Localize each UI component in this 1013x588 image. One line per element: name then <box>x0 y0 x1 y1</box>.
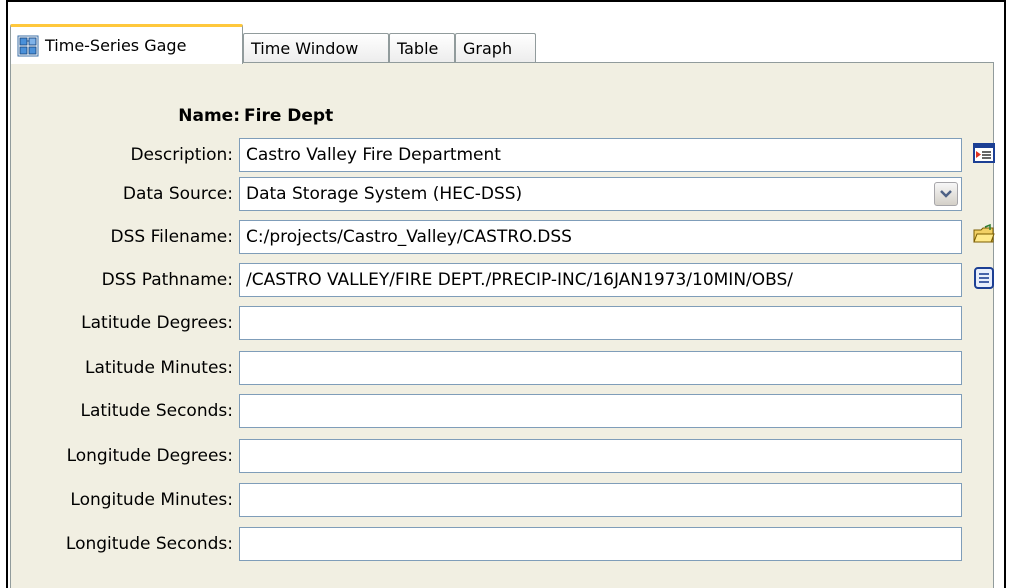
browse-file-button[interactable] <box>972 223 996 251</box>
data-source-label: Data Source: <box>122 184 233 204</box>
edit-description-icon <box>973 142 995 169</box>
latitude-degrees-field[interactable] <box>239 306 962 340</box>
name-label: Name: <box>178 106 240 126</box>
open-folder-icon <box>973 223 995 251</box>
longitude-degrees-row: Longitude Degrees: <box>11 439 995 473</box>
latitude-degrees-row: Latitude Degrees: <box>11 306 995 340</box>
longitude-minutes-field[interactable] <box>239 483 962 517</box>
data-source-select[interactable]: Data Storage System (HEC-DSS) <box>239 177 962 211</box>
dss-filename-row: DSS Filename: C:/projects/Castro_Valley/… <box>11 220 995 254</box>
select-pathname-button[interactable] <box>972 266 996 294</box>
dss-pathname-field[interactable]: /CASTRO VALLEY/FIRE DEPT./PRECIP-INC/16J… <box>239 263 962 297</box>
latitude-seconds-field[interactable] <box>239 394 962 428</box>
chevron-down-icon <box>940 178 952 210</box>
tab-time-series-gage[interactable]: Time-Series Gage <box>10 24 243 64</box>
longitude-degrees-field[interactable] <box>239 439 962 473</box>
latitude-minutes-label: Latitude Minutes: <box>84 358 233 378</box>
dss-filename-field[interactable]: C:/projects/Castro_Valley/CASTRO.DSS <box>239 220 962 254</box>
latitude-minutes-field[interactable] <box>239 351 962 385</box>
tab-label: Graph <box>463 39 513 58</box>
longitude-minutes-row: Longitude Minutes: <box>11 483 995 517</box>
select-pathname-icon <box>973 266 995 294</box>
latitude-degrees-label: Latitude Degrees: <box>81 313 233 333</box>
gage-icon <box>17 35 39 57</box>
tab-label: Table <box>397 39 439 58</box>
latitude-seconds-row: Latitude Seconds: <box>11 394 995 428</box>
longitude-degrees-label: Longitude Degrees: <box>66 446 233 466</box>
tab-graph[interactable]: Graph <box>455 33 536 63</box>
description-label: Description: <box>130 145 233 165</box>
longitude-seconds-field[interactable] <box>239 527 962 561</box>
name-value: Fire Dept <box>244 106 334 126</box>
data-source-row: Data Source: Data Storage System (HEC-DS… <box>11 177 995 211</box>
tab-table[interactable]: Table <box>389 33 455 63</box>
description-row: Description: Castro Valley Fire Departme… <box>11 138 995 172</box>
name-row: Name: Fire Dept <box>11 99 995 133</box>
edit-description-button[interactable] <box>972 142 996 169</box>
gage-properties-panel: Name: Fire Dept Description: Castro Vall… <box>10 62 995 588</box>
tab-bar: Time-Series Gage Time Window Table Graph <box>10 24 990 64</box>
description-field[interactable]: Castro Valley Fire Department <box>239 138 962 172</box>
latitude-minutes-row: Latitude Minutes: <box>11 351 995 385</box>
data-source-dropdown-button[interactable] <box>934 182 958 206</box>
dss-pathname-label: DSS Pathname: <box>101 270 233 290</box>
longitude-minutes-label: Longitude Minutes: <box>70 490 233 510</box>
dss-filename-label: DSS Filename: <box>110 227 233 247</box>
tab-label: Time-Series Gage <box>45 36 187 55</box>
tab-time-window[interactable]: Time Window <box>243 33 389 63</box>
latitude-seconds-label: Latitude Seconds: <box>80 401 233 421</box>
data-source-value: Data Storage System (HEC-DSS) <box>246 184 523 204</box>
tab-label: Time Window <box>251 39 359 58</box>
longitude-seconds-row: Longitude Seconds: <box>11 527 995 561</box>
dss-pathname-row: DSS Pathname: /CASTRO VALLEY/FIRE DEPT./… <box>11 263 995 297</box>
longitude-seconds-label: Longitude Seconds: <box>65 534 233 554</box>
